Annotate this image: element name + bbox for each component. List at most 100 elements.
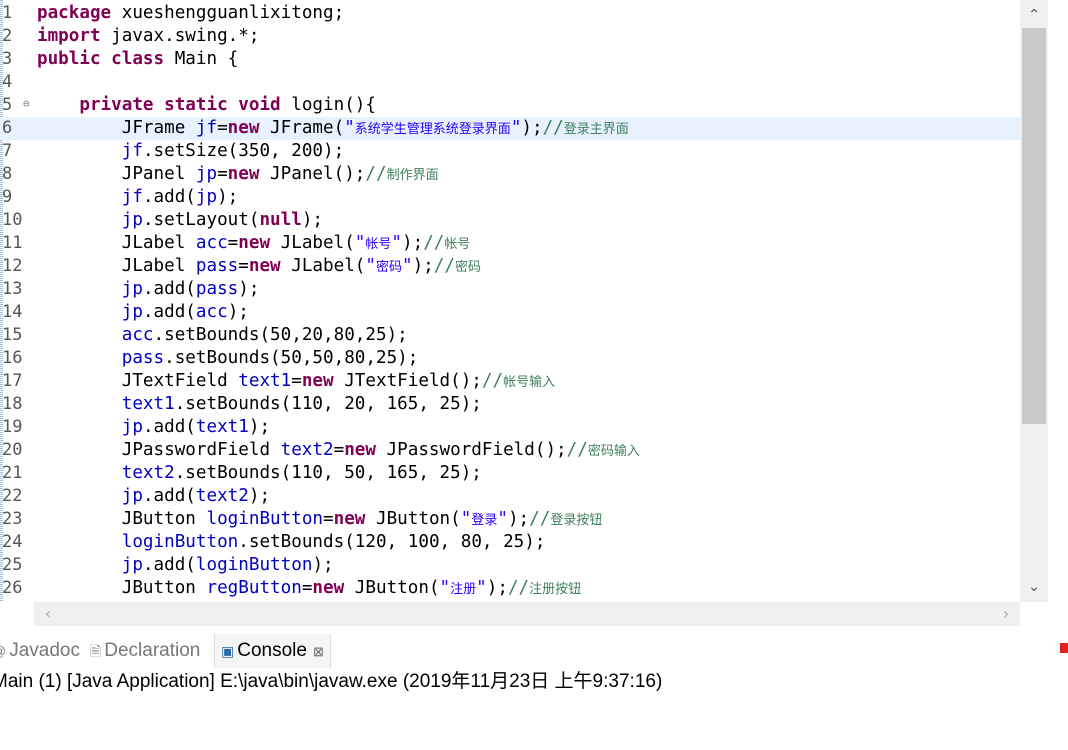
code-string: 帐号	[365, 237, 392, 252]
code-token: JButton	[37, 578, 207, 598]
code-keyword: import	[37, 26, 101, 46]
scroll-down-arrow-icon[interactable]: ⌄	[1020, 574, 1048, 600]
code-variable: jf	[195, 118, 218, 138]
horizontal-scrollbar[interactable]: ‹ ›	[34, 602, 1020, 626]
tab-declaration[interactable]: 🗎 Declaration	[90, 634, 200, 668]
code-variable: pass	[195, 256, 239, 276]
code-line[interactable]: 11 JLabel acc=new JLabel("帐号");//帐号	[0, 232, 1020, 255]
code-line[interactable]: 3 public class Main {	[0, 48, 1020, 71]
code-token: .add(	[142, 302, 196, 322]
code-text: pass.setBounds(50,50,80,25);	[37, 347, 419, 370]
code-line[interactable]: 15 acc.setBounds(50,20,80,25);	[0, 324, 1020, 347]
code-line[interactable]: 1 package xueshengguanlixitong;	[0, 2, 1020, 25]
code-line[interactable]: 20 JPasswordField text2=new JPasswordFie…	[0, 439, 1020, 462]
code-line[interactable]: 23 JButton loginButton=new JButton("登录")…	[0, 508, 1020, 531]
code-line[interactable]: 9 jf.add(jp);	[0, 186, 1020, 209]
terminate-indicator[interactable]	[1060, 643, 1068, 653]
code-token: .setBounds(110, 50, 165, 25);	[174, 463, 482, 483]
code-line[interactable]: 25 jp.add(loginButton);	[0, 554, 1020, 577]
code-comment: //	[423, 233, 445, 253]
code-editor[interactable]: 1 package xueshengguanlixitong; 2 import ja…	[0, 0, 1068, 628]
code-area[interactable]: 1 package xueshengguanlixitong; 2 import ja…	[0, 2, 1020, 600]
code-token: JLabel(	[280, 256, 366, 276]
code-keyword: private static void	[79, 95, 281, 115]
line-number: 10	[2, 210, 23, 230]
code-token: xueshengguanlixitong;	[111, 3, 345, 23]
code-text: jf.add(jp);	[37, 186, 239, 209]
code-line[interactable]: 5 ⊖ private static void login(){	[0, 94, 1020, 117]
code-line[interactable]: 18 text1.setBounds(110, 20, 165, 25);	[0, 393, 1020, 416]
code-line[interactable]: 14 jp.add(acc);	[0, 301, 1020, 324]
code-variable: jf	[121, 187, 143, 207]
code-text: jp.setLayout(null);	[37, 209, 323, 232]
code-variable: acc	[195, 233, 228, 253]
line-number: 11	[2, 233, 23, 253]
code-line[interactable]: 26 JButton regButton=new JButton("注册");/…	[0, 577, 1020, 600]
code-comment: //	[529, 509, 551, 529]
code-keyword: new	[333, 509, 366, 529]
code-line[interactable]: 21 text2.setBounds(110, 50, 165, 25);	[0, 462, 1020, 485]
code-line[interactable]: 12 JLabel pass=new JLabel("密码");//密码	[0, 255, 1020, 278]
code-text: jp.add(text2);	[37, 485, 270, 508]
code-line[interactable]: 19 jp.add(text1);	[0, 416, 1020, 439]
code-token: .setSize(350, 200);	[142, 141, 345, 161]
code-variable: pass	[195, 279, 239, 299]
line-number: 12	[2, 256, 23, 276]
code-string: "	[497, 509, 508, 529]
line-number: 19	[2, 417, 23, 437]
code-variable: text1	[195, 417, 249, 437]
code-variable: acc	[195, 302, 228, 322]
code-string: "	[460, 509, 472, 529]
code-line[interactable]: 2 import javax.swing.*;	[0, 25, 1020, 48]
tab-javadoc[interactable]: @Javadoc	[0, 634, 80, 668]
code-text: JLabel pass=new JLabel("密码");//密码	[37, 255, 481, 279]
code-string: "	[402, 256, 413, 276]
code-token: .add(	[142, 486, 196, 506]
code-line[interactable]: 7 jf.setSize(350, 200);	[0, 140, 1020, 163]
code-line[interactable]: 17 JTextField text1=new JTextField();//帐…	[0, 370, 1020, 393]
code-line[interactable]: 22 jp.add(text2);	[0, 485, 1020, 508]
tab-console[interactable]: ▣ Console ⊠	[214, 634, 331, 668]
code-line[interactable]: 4	[0, 71, 1020, 94]
code-string: "	[365, 256, 376, 276]
code-line[interactable]: 13 jp.add(pass);	[0, 278, 1020, 301]
vertical-scrollbar[interactable]: ⌃ ⌄	[1020, 0, 1048, 602]
code-comment: //	[365, 164, 387, 184]
code-token: =	[333, 440, 345, 460]
code-line[interactable]: 8 JPanel jp=new JPanel();//制作界面	[0, 163, 1020, 186]
line-number: 1	[2, 3, 13, 23]
scroll-left-arrow-icon[interactable]: ‹	[36, 602, 60, 626]
code-keyword: null	[259, 210, 302, 230]
code-text: package xueshengguanlixitong;	[37, 2, 344, 25]
code-line[interactable]: 16 pass.setBounds(50,50,80,25);	[0, 347, 1020, 370]
code-comment: //	[433, 256, 455, 276]
code-text: acc.setBounds(50,20,80,25);	[37, 324, 408, 347]
scroll-right-arrow-icon[interactable]: ›	[994, 602, 1018, 626]
scroll-up-arrow-icon[interactable]: ⌃	[1020, 2, 1048, 28]
code-variable: text2	[121, 463, 175, 483]
code-line[interactable]: 6 JFrame jf=new JFrame("系统学生管理系统登录界面");/…	[0, 117, 1020, 140]
fold-collapse-icon[interactable]: ⊖	[23, 94, 30, 113]
code-comment: 密码	[454, 260, 481, 275]
code-text: jp.add(pass);	[37, 278, 260, 301]
code-text: JLabel acc=new JLabel("帐号");//帐号	[37, 232, 471, 256]
code-variable: text2	[195, 486, 249, 506]
vertical-scroll-thumb[interactable]	[1022, 28, 1046, 424]
code-variable: regButton	[206, 578, 302, 598]
line-number: 18	[2, 394, 23, 414]
code-token: );	[301, 210, 324, 230]
code-token: .setLayout(	[142, 210, 260, 230]
code-line[interactable]: 24 loginButton.setBounds(120, 100, 80, 2…	[0, 531, 1020, 554]
line-number: 26	[2, 578, 23, 598]
code-token: login(){	[280, 95, 376, 115]
code-keyword: new	[344, 440, 376, 460]
code-line[interactable]: 10 jp.setLayout(null);	[0, 209, 1020, 232]
close-icon[interactable]: ⊠	[313, 644, 324, 659]
code-comment: 登录按钮	[550, 513, 603, 528]
